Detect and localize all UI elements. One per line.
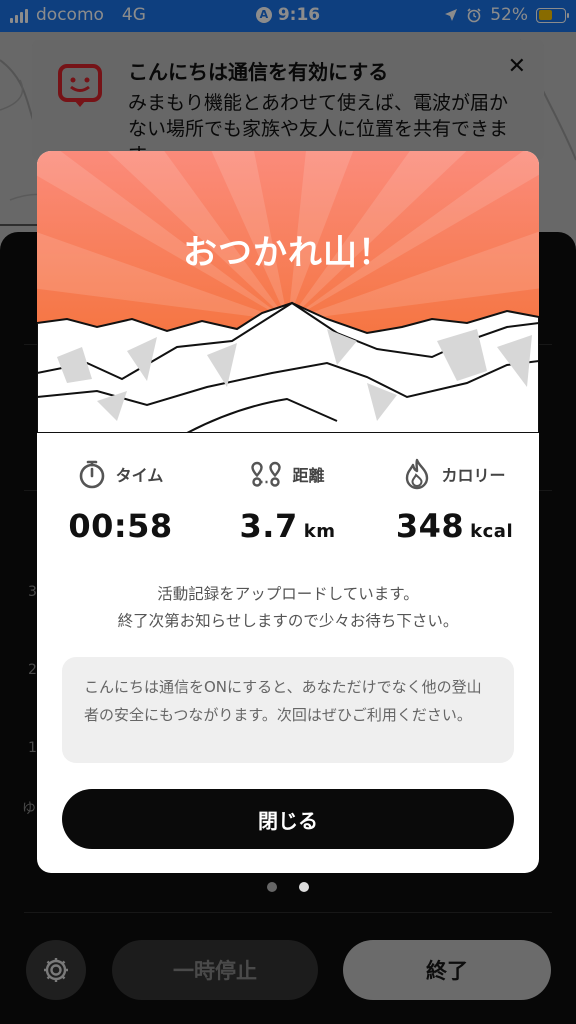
- pause-button[interactable]: 一時停止: [112, 940, 318, 1000]
- stat-time: タイム 00:58: [37, 457, 204, 545]
- stat-value: 3.7: [239, 507, 298, 545]
- page-dot-active[interactable]: [299, 882, 309, 892]
- stat-label: タイム: [115, 466, 164, 485]
- stat-value: 00:58: [68, 507, 173, 545]
- stat-calories: カロリー 348 kcal: [371, 457, 538, 545]
- flame-icon: [406, 458, 429, 490]
- settings-button[interactable]: [26, 940, 86, 1000]
- connectivity-info-box: こんにちは通信をONにすると、あなただけでなく他の登山者の安全にもつながります。…: [62, 657, 514, 763]
- end-button[interactable]: 終了: [343, 940, 551, 1000]
- upload-line: 終了次第お知らせしますので少々お待ち下さい。: [117, 612, 459, 630]
- page-dot[interactable]: [267, 882, 277, 892]
- stat-label: カロリー: [441, 466, 506, 485]
- mountain-sunrise-illustration: [37, 151, 539, 433]
- hero-illustration: おつかれ山！: [37, 151, 539, 433]
- dialog-title: おつかれ山！: [183, 233, 393, 273]
- stopwatch-icon: [79, 460, 104, 489]
- stat-label: 距離: [292, 466, 325, 485]
- gear-icon: [44, 958, 68, 982]
- activity-stats: タイム 00:58 距離 3.7 km カロリー 348 kcal: [37, 457, 539, 557]
- stat-unit: km: [303, 521, 336, 542]
- summit-complete-dialog: おつかれ山！ タイム 00:58 距離 3.7 km カロリー 348 kcal…: [37, 151, 539, 873]
- stat-unit: kcal: [470, 521, 514, 542]
- route-icon: [251, 461, 282, 487]
- upload-line: 活動記録をアップロードしています。: [157, 585, 419, 603]
- upload-status-message: 活動記録をアップロードしています。 終了次第お知らせしますので少々お待ち下さい。: [37, 581, 539, 635]
- close-dialog-button[interactable]: 閉じる: [62, 789, 514, 849]
- stat-value: 348: [395, 507, 465, 545]
- page-indicator: [0, 882, 576, 892]
- stat-distance: 距離 3.7 km: [204, 457, 371, 545]
